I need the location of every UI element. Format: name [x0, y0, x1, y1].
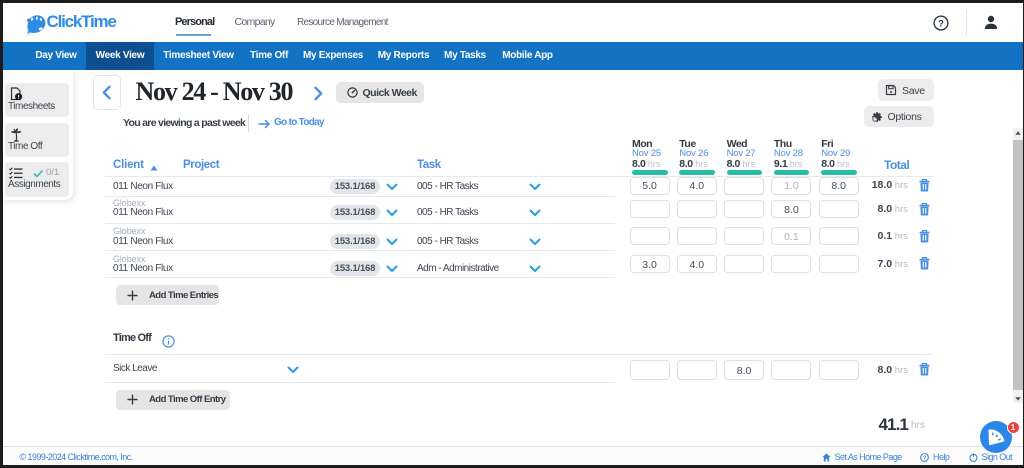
svg-text:?: ? [938, 18, 944, 29]
svg-text:?: ? [923, 455, 927, 461]
